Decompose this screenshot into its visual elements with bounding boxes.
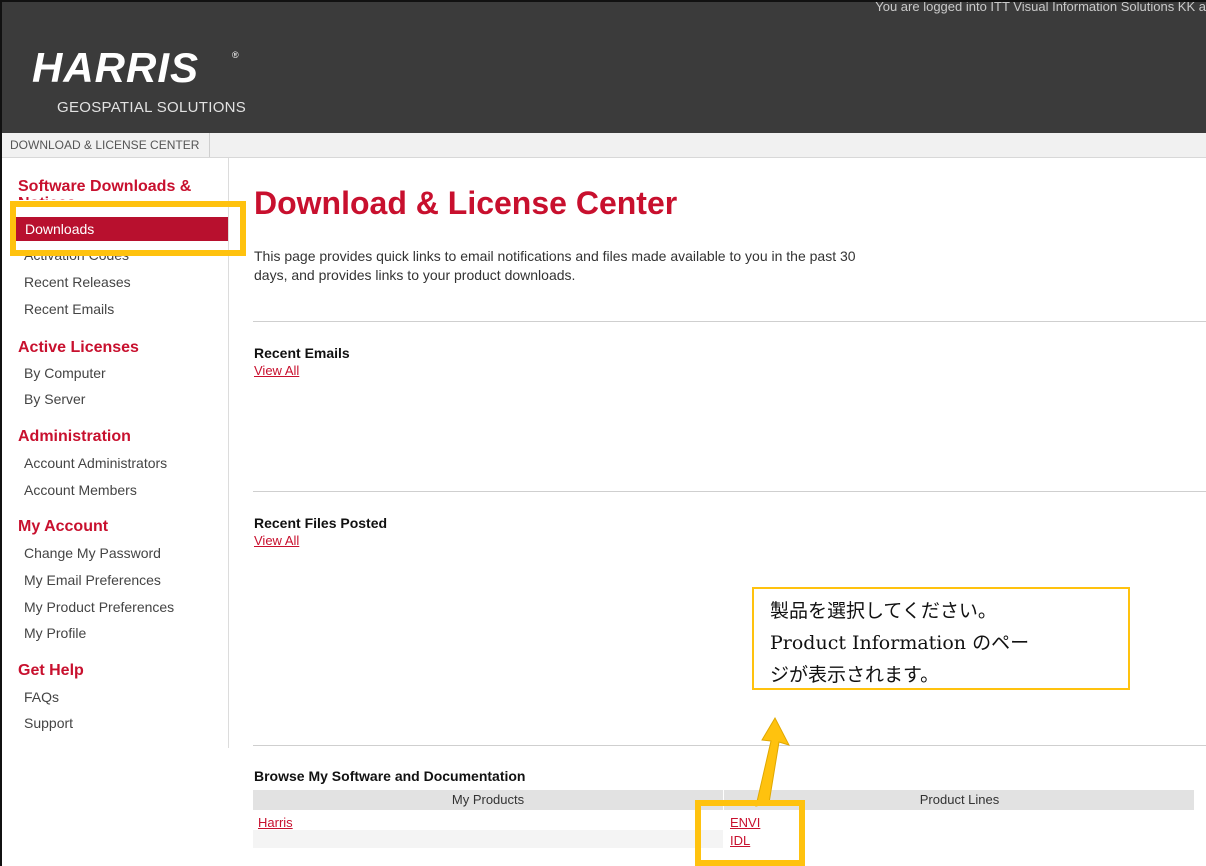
svg-text:®: ® bbox=[232, 50, 239, 60]
recent-files-view-all-link[interactable]: View All bbox=[254, 533, 299, 548]
sidebar-nav: Software Downloads & Notices Activation … bbox=[2, 158, 229, 748]
sidebar-heading-software-downloads: Software Downloads & Notices bbox=[18, 178, 192, 200]
intro-line-2: days, and provides links to your product… bbox=[254, 267, 576, 283]
sidebar-item-account-administrators[interactable]: Account Administrators bbox=[24, 455, 167, 471]
breadcrumb-item[interactable]: DOWNLOAD & LICENSE CENTER bbox=[10, 133, 211, 157]
sidebar-item-faqs[interactable]: FAQs bbox=[24, 689, 59, 705]
product-link-harris[interactable]: Harris bbox=[258, 815, 293, 830]
sidebar-item-email-preferences[interactable]: My Email Preferences bbox=[24, 572, 161, 588]
sidebar-item-activation-codes[interactable]: Activation Codes bbox=[24, 255, 129, 264]
section-divider bbox=[253, 321, 1206, 322]
product-line-link-idl[interactable]: IDL bbox=[730, 833, 750, 848]
breadcrumb: DOWNLOAD & LICENSE CENTER bbox=[2, 133, 1206, 158]
column-header-product-lines: Product Lines bbox=[723, 790, 1195, 810]
callout-line-1: 製品を選択してください。 bbox=[770, 600, 997, 622]
table-row: Harris ENVI bbox=[253, 812, 1194, 830]
sidebar-item-by-computer[interactable]: By Computer bbox=[24, 365, 106, 381]
product-line-link-envi[interactable]: ENVI bbox=[730, 815, 760, 830]
intro-line-1: This page provides quick links to email … bbox=[254, 248, 856, 264]
callout-line-2: Product Information のペー bbox=[770, 632, 1030, 654]
section-divider bbox=[253, 745, 1206, 746]
table-header: My Products Product Lines bbox=[253, 790, 1194, 810]
page-title: Download & License Center bbox=[254, 185, 678, 221]
table-row: IDL bbox=[253, 830, 1194, 848]
browse-software-heading: Browse My Software and Documentation bbox=[254, 768, 526, 784]
instruction-callout: 製品を選択してください。 Product Information のペー ジが表… bbox=[752, 587, 1130, 690]
recent-emails-heading: Recent Emails bbox=[254, 345, 350, 361]
recent-files-heading: Recent Files Posted bbox=[254, 515, 388, 531]
sidebar-heading-administration: Administration bbox=[18, 428, 131, 445]
logo-subtitle: GEOSPATIAL SOLUTIONS bbox=[57, 99, 247, 116]
sidebar-heading-my-account: My Account bbox=[18, 518, 109, 535]
recent-emails-view-all-link[interactable]: View All bbox=[254, 363, 299, 378]
sidebar-item-product-preferences[interactable]: My Product Preferences bbox=[24, 599, 174, 615]
column-header-my-products: My Products bbox=[451, 792, 525, 807]
sidebar-item-support[interactable]: Support bbox=[24, 715, 73, 731]
sidebar-item-recent-emails[interactable]: Recent Emails bbox=[24, 301, 114, 317]
sidebar-item-change-password[interactable]: Change My Password bbox=[24, 545, 161, 561]
callout-line-3: ジが表示されます。 bbox=[770, 664, 940, 686]
section-divider bbox=[253, 491, 1206, 492]
sidebar-heading-active-licenses: Active Licenses bbox=[18, 339, 139, 356]
site-header: You are logged into ITT Visual Informati… bbox=[2, 2, 1206, 133]
sidebar-item-downloads[interactable]: Downloads bbox=[16, 217, 228, 241]
sidebar-item-my-profile[interactable]: My Profile bbox=[24, 625, 86, 641]
login-status-text: You are logged into ITT Visual Informati… bbox=[875, 2, 1206, 14]
sidebar-item-by-server[interactable]: By Server bbox=[24, 391, 85, 407]
sidebar-item-recent-releases[interactable]: Recent Releases bbox=[24, 274, 131, 290]
harris-logo: HARRIS ® bbox=[32, 44, 239, 91]
intro-text: This page provides quick links to email … bbox=[254, 247, 954, 285]
sidebar-item-account-members[interactable]: Account Members bbox=[24, 482, 137, 498]
sidebar-heading-get-help: Get Help bbox=[18, 662, 84, 679]
logo-text: HARRIS bbox=[32, 44, 199, 91]
